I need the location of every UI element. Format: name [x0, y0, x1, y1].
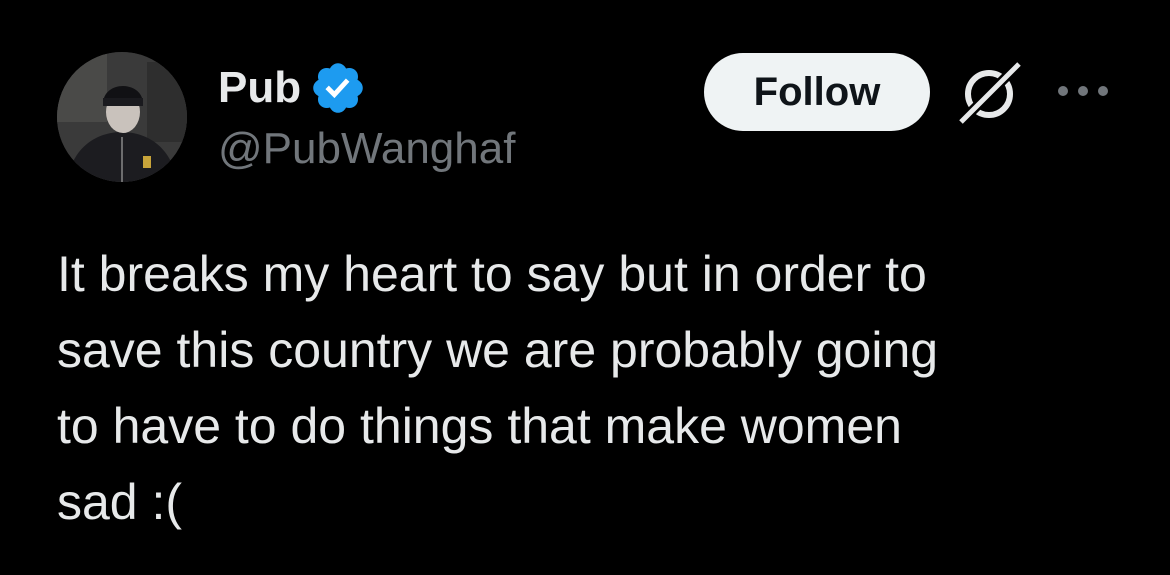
author-display-name[interactable]: Pub: [218, 62, 301, 114]
author-handle[interactable]: @PubWanghaf: [218, 122, 515, 176]
follow-button[interactable]: Follow: [704, 53, 930, 131]
user-avatar[interactable]: [57, 52, 187, 182]
tweet-card: Pub @PubWanghaf Follow It breaks my hear…: [0, 0, 1170, 575]
more-options-icon[interactable]: [1055, 80, 1111, 102]
tweet-text: It breaks my heart to say but in order t…: [57, 246, 939, 530]
grok-icon[interactable]: [955, 60, 1023, 126]
verified-badge-icon: [313, 63, 363, 113]
author-name-row: Pub: [218, 62, 367, 114]
avatar-image: [57, 52, 187, 182]
